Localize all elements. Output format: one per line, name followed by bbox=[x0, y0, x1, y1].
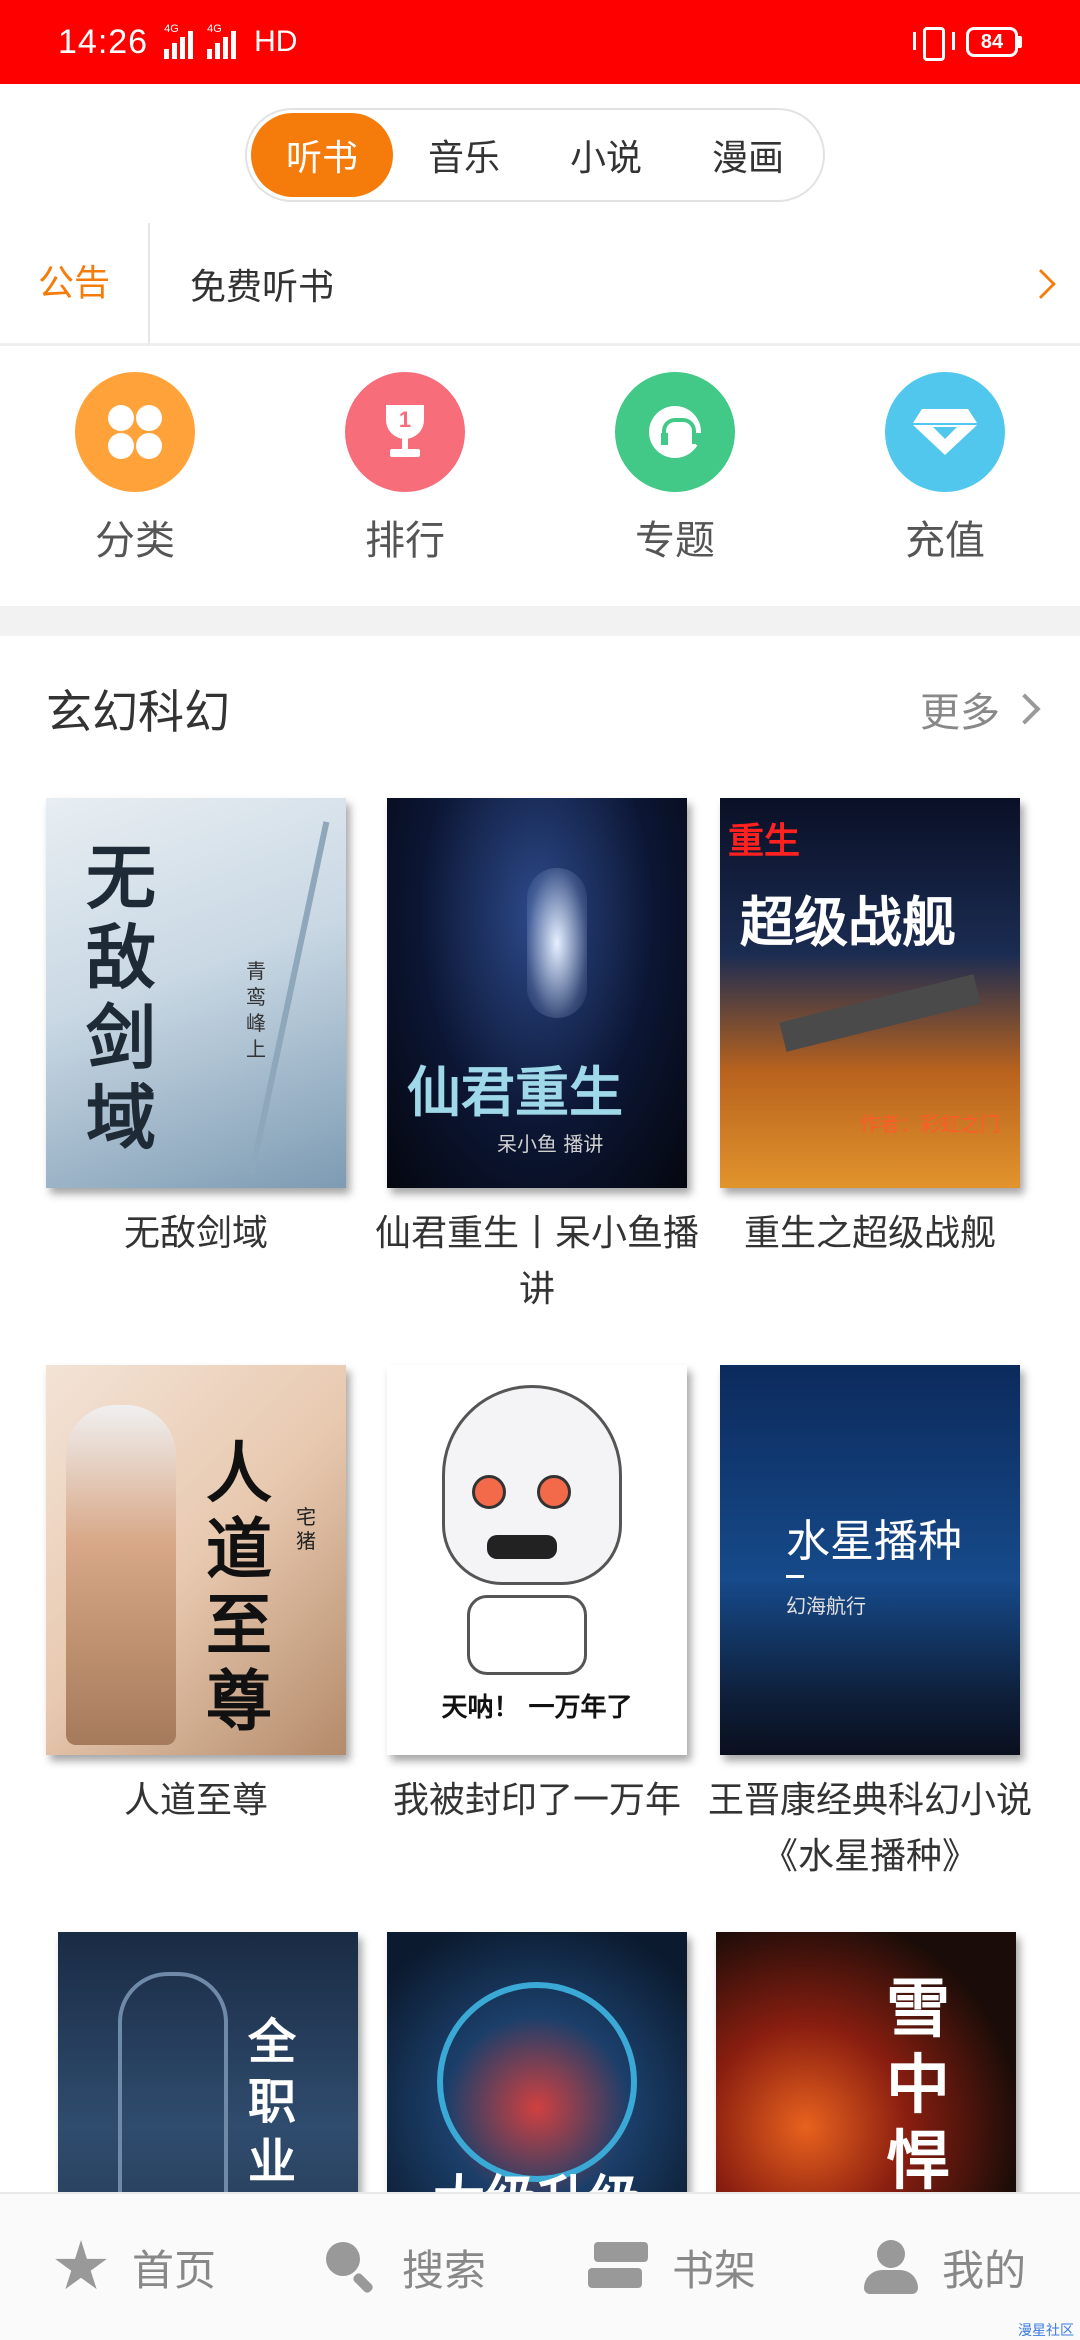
battery-level: 84 bbox=[966, 27, 1018, 57]
quick-entries: 分类 1 排行 专题 充值 bbox=[0, 372, 1080, 590]
signal-indicators: 4G 4G HD bbox=[164, 23, 298, 59]
book-title: 重生之超级战舰 bbox=[743, 1213, 996, 1254]
nav-label: 首页 bbox=[131, 2245, 216, 2295]
book-cover[interactable]: 人道至尊 宅猪 bbox=[46, 1365, 346, 1755]
cover-title: 无敌剑域 bbox=[86, 836, 156, 1159]
book-cover[interactable]: 重生 超级战舰 作者：彩虹之门 bbox=[720, 798, 1020, 1188]
nav-profile[interactable]: 我的 bbox=[810, 2194, 1080, 2340]
entry-label: 分类 bbox=[95, 518, 175, 564]
book-card[interactable]: 水星播种 幻海航行 王晋康经典科幻小说《水星播种》 bbox=[708, 1365, 1032, 1885]
tab-novel[interactable]: 小说 bbox=[535, 113, 677, 197]
book-title: 王晋康经典科幻小说《水星播种》 bbox=[707, 1780, 1032, 1877]
tab-audiobook[interactable]: 听书 bbox=[251, 113, 393, 197]
battery-icon: 84 bbox=[966, 27, 1022, 57]
cover-title: 仙君重生 bbox=[407, 1060, 623, 1124]
book-card[interactable]: 仙君重生 呆小鱼 播讲 仙君重生丨呆小鱼播讲 bbox=[375, 798, 699, 1318]
book-title: 仙君重生丨呆小鱼播讲 bbox=[374, 1213, 699, 1310]
cover-title: 超级战舰 bbox=[740, 890, 956, 954]
entry-label: 充值 bbox=[905, 518, 985, 564]
book-card[interactable]: 无敌剑域 青鸾峰上 无敌剑域 bbox=[46, 798, 346, 1262]
nav-bookshelf[interactable]: 书架 bbox=[540, 2194, 810, 2340]
chevron-right-icon bbox=[1009, 693, 1041, 725]
entry-ranking[interactable]: 1 排行 bbox=[270, 372, 540, 590]
entry-recharge[interactable]: 充值 bbox=[810, 372, 1080, 590]
announcement-bar[interactable]: 公告 免费听书 bbox=[0, 222, 1080, 346]
book-title: 我被封印了一万年 bbox=[392, 1780, 681, 1821]
status-time: 14:26 bbox=[58, 22, 149, 61]
entry-category[interactable]: 分类 bbox=[0, 372, 270, 590]
bottom-navigation: 首页 搜索 书架 我的 bbox=[0, 2192, 1080, 2340]
cover-title: 水星播种 bbox=[786, 1516, 962, 1567]
cover-author: 作者：彩虹之门 bbox=[860, 1112, 1000, 1136]
star-icon bbox=[55, 2240, 107, 2290]
trophy-icon[interactable]: 1 bbox=[345, 372, 465, 492]
book-cover[interactable]: 无敌剑域 青鸾峰上 bbox=[46, 798, 346, 1188]
status-bar: 14:26 4G 4G HD 84 bbox=[0, 0, 1080, 84]
entry-topics[interactable]: 专题 bbox=[540, 372, 810, 590]
book-title: 无敌剑域 bbox=[123, 1213, 268, 1254]
book-cover[interactable]: 水星播种 幻海航行 bbox=[720, 1365, 1020, 1755]
cover-title: 全职业 bbox=[248, 2014, 297, 2190]
book-card[interactable]: 重生 超级战舰 作者：彩虹之门 重生之超级战舰 bbox=[720, 798, 1020, 1262]
cover-badge: 重生 bbox=[728, 821, 801, 862]
headphones-icon[interactable] bbox=[615, 372, 735, 492]
announcement-text[interactable]: 免费听书 bbox=[190, 258, 1026, 310]
more-label: 更多 bbox=[920, 690, 1000, 736]
section-divider bbox=[0, 606, 1080, 636]
profile-icon bbox=[863, 2240, 918, 2294]
cover-subtitle: 幻海航行 bbox=[786, 1594, 866, 1618]
nav-search[interactable]: 搜索 bbox=[270, 2194, 540, 2340]
section-title: 玄幻科幻 bbox=[46, 685, 230, 739]
nav-label: 书架 bbox=[671, 2245, 756, 2295]
book-cover[interactable]: 天呐！ 一万年了 bbox=[387, 1365, 687, 1755]
more-link[interactable]: 更多 bbox=[920, 680, 1041, 738]
tab-comic[interactable]: 漫画 bbox=[677, 113, 819, 197]
clover-icon[interactable] bbox=[75, 372, 195, 492]
bookshelf-icon bbox=[587, 2242, 648, 2292]
chevron-right-icon[interactable] bbox=[1026, 268, 1056, 299]
nav-label: 我的 bbox=[941, 2245, 1026, 2295]
signal-icon: 4G bbox=[207, 23, 237, 59]
signal-icon: 4G bbox=[164, 23, 194, 59]
cover-author: 青鸾峰上 bbox=[246, 959, 266, 1061]
watermark: 漫星社区 bbox=[1018, 2323, 1074, 2339]
cover-author: 宅猪 bbox=[296, 1505, 316, 1553]
hd-indicator: HD bbox=[254, 25, 298, 58]
entry-label: 排行 bbox=[365, 518, 445, 564]
announcement-label: 公告 bbox=[0, 222, 150, 345]
vibrate-icon bbox=[912, 25, 955, 61]
book-card[interactable]: 天呐！ 一万年了 我被封印了一万年 bbox=[387, 1365, 687, 1829]
tab-music[interactable]: 音乐 bbox=[393, 113, 535, 197]
cover-title: 天呐！ 一万年了 bbox=[441, 1693, 633, 1723]
book-card[interactable]: 人道至尊 宅猪 人道至尊 bbox=[46, 1365, 346, 1829]
diamond-icon[interactable] bbox=[885, 372, 1005, 492]
book-cover[interactable]: 仙君重生 呆小鱼 播讲 bbox=[387, 798, 687, 1188]
nav-label: 搜索 bbox=[401, 2245, 486, 2295]
cover-narrator: 呆小鱼 播讲 bbox=[497, 1132, 604, 1156]
search-icon bbox=[324, 2240, 378, 2294]
network-type: 4G bbox=[164, 23, 179, 35]
network-type: 4G bbox=[207, 23, 222, 35]
cover-title: 人道至尊 bbox=[206, 1434, 272, 1740]
entry-label: 专题 bbox=[635, 518, 715, 564]
section-header: 玄幻科幻 更多 bbox=[46, 664, 1041, 754]
category-tabs: 听书 音乐 小说 漫画 bbox=[245, 108, 825, 202]
book-title: 人道至尊 bbox=[123, 1780, 268, 1821]
nav-home[interactable]: 首页 bbox=[0, 2194, 270, 2340]
